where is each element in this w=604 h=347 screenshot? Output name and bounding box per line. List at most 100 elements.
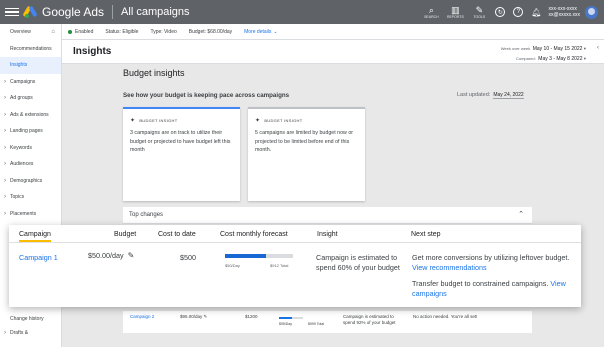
top-changes-label: Top changes: [129, 212, 164, 218]
last-updated-label: Last updated:: [457, 92, 491, 98]
sidebar-item-label: Ads & extensions: [10, 111, 49, 118]
menu-icon[interactable]: [5, 7, 19, 17]
sidebar-item-overview[interactable]: Overview ⌂: [0, 24, 61, 41]
sidebar-item-insights[interactable]: Insights: [0, 57, 61, 74]
tools-label: TOOLS: [473, 15, 486, 19]
bar-right-label: $999 Total: [308, 322, 325, 326]
sidebar-item-drafts[interactable]: Drafts &: [0, 325, 62, 342]
search-button[interactable]: ⌕ SEARCH: [420, 5, 442, 19]
column-header-budget[interactable]: Budget: [114, 231, 136, 238]
sidebar-item-label: Change history: [10, 316, 44, 323]
budget-forecast-fill: [225, 254, 266, 258]
reports-icon: ▥: [451, 5, 460, 15]
sidebar-item-demographics[interactable]: Demographics: [0, 173, 61, 190]
view-recommendations-link[interactable]: View recommendations: [412, 263, 487, 272]
next-step-text: Transfer budget to constrained campaigns…: [412, 279, 549, 288]
card-tag: ✦ BUDGET INSIGHT: [255, 117, 302, 124]
google-ads-logo[interactable]: Google Ads: [22, 5, 105, 19]
budget-value: $95.00/day: [180, 314, 203, 319]
search-label: SEARCH: [424, 15, 439, 19]
sidebar-item-label: Audiences: [10, 161, 34, 168]
sidebar-item-audiences[interactable]: Audiences: [0, 156, 61, 173]
sidebar-item-label: Landing pages: [10, 128, 43, 135]
enabled-status: Enabled: [75, 28, 94, 35]
sidebar-item-ad-groups[interactable]: Ad groups: [0, 90, 61, 107]
bar-left-label: $95/Day: [279, 322, 293, 326]
table-header: Campaign Budget Cost to date Cost monthl…: [9, 225, 581, 243]
insight-cell: Campaign is estimated to spend 60% of yo…: [316, 253, 400, 272]
sidebar-item-campaigns[interactable]: Campaigns: [0, 74, 61, 91]
column-header-insight[interactable]: Insight: [317, 231, 338, 238]
column-header-campaign[interactable]: Campaign: [19, 231, 51, 242]
campaign-link[interactable]: Campaign 1: [19, 253, 58, 263]
sidebar-item-label: Topics: [10, 194, 25, 201]
campaign-budget: Budget: $68.00/day: [188, 28, 233, 35]
page-header: Insights Week over week May 10 - May 15 …: [62, 40, 604, 64]
sidebar-item-label: Overview: [10, 29, 31, 36]
last-updated-value[interactable]: May 24, 2022: [493, 92, 524, 99]
bar-right-label: $912 Total: [270, 263, 289, 268]
sidebar-item-label: Insights: [10, 62, 28, 69]
section-subtitle: See how your budget is keeping pace acro…: [123, 92, 290, 99]
sidebar-item-ads-extensions[interactable]: Ads & extensions: [0, 107, 61, 124]
budget-cell: $50.00/day ✎: [88, 251, 134, 261]
page-title: Insights: [73, 46, 112, 57]
top-app-bar: Google Ads All campaigns ⌕ SEARCH ▥ REPO…: [0, 0, 604, 24]
account-email: xx@xxxxx.xxx: [548, 12, 580, 18]
edit-icon[interactable]: ✎: [128, 251, 135, 261]
budget-insight-card[interactable]: ✦ BUDGET INSIGHT 3 campaigns are on track…: [123, 107, 240, 201]
chevron-left-icon[interactable]: ‹: [597, 45, 599, 51]
refresh-icon[interactable]: ↻: [495, 7, 506, 17]
campaign-insight-table: Campaign Budget Cost to date Cost monthl…: [9, 225, 581, 307]
reports-button[interactable]: ▥ REPORTS: [444, 5, 466, 19]
sparkle-icon: ✦: [130, 118, 136, 124]
compared-label: Compared:: [515, 56, 536, 61]
notifications-icon[interactable]: 🔔︎: [531, 8, 541, 17]
sidebar-item-label: Demographics: [10, 177, 43, 184]
sidebar-item-placements[interactable]: Placements: [0, 206, 61, 223]
column-header-cost-to-date[interactable]: Cost to date: [158, 231, 196, 238]
sidebar-item-label: Drafts &: [10, 330, 29, 337]
top-changes-header[interactable]: Top changes ⌃: [123, 207, 532, 224]
campaign-type: Type: Video: [150, 28, 177, 35]
campaign-link[interactable]: Campaign 2: [130, 314, 154, 319]
more-details-link[interactable]: More details: [244, 29, 271, 35]
budget-progress-bar: [279, 317, 303, 319]
account-info[interactable]: xxx-xxx-xxxx xx@xxxxx.xxx: [549, 6, 580, 18]
column-header-next-step[interactable]: Next step: [411, 231, 441, 238]
edit-icon[interactable]: ✎: [204, 314, 208, 319]
sidebar-item-landing-pages[interactable]: Landing pages: [0, 123, 61, 140]
next-step-text: Get more conversions by utilizing leftov…: [412, 253, 570, 262]
card-tag: ✦ BUDGET INSIGHT: [130, 117, 177, 124]
reports-label: REPORTS: [446, 15, 464, 19]
cost-to-date-cell: $500: [180, 253, 196, 262]
enabled-status-dot: [68, 29, 72, 34]
sidebar-item-label: Recommendations: [10, 45, 52, 52]
avatar[interactable]: [585, 5, 598, 19]
tools-icon: ✎: [475, 5, 484, 15]
table-row: Campaign 2 $95.00/day ✎ $1200 $95/Day $9…: [123, 311, 532, 333]
card-text: 5 campaigns are limited by budget now or…: [255, 130, 354, 153]
sidebar-item-keywords[interactable]: Keywords: [0, 140, 61, 157]
tools-button[interactable]: ✎ TOOLS: [468, 5, 490, 19]
sidebar-item-recommendations[interactable]: Recommendations: [0, 41, 61, 58]
logo-text: Google Ads: [42, 5, 105, 19]
next-step-cell: No action needed. You're all set!: [413, 314, 478, 319]
chevron-up-icon[interactable]: ⌃: [518, 210, 524, 218]
next-step-cell: Transfer budget to constrained campaigns…: [412, 279, 577, 299]
sidebar-item-label: Ad groups: [10, 95, 33, 102]
campaign-selector-title[interactable]: All campaigns: [121, 6, 189, 18]
insight-cell: Campaign is estimated to spend 92% of yo…: [343, 314, 396, 325]
sidebar-item-topics[interactable]: Topics: [0, 189, 61, 206]
chevron-down-icon[interactable]: ⌄: [273, 29, 277, 35]
column-header-cost-forecast[interactable]: Cost monthly forecast: [220, 231, 288, 238]
help-icon[interactable]: ?: [513, 7, 524, 17]
budget-insight-card[interactable]: ✦ BUDGET INSIGHT 5 campaigns are limited …: [248, 107, 365, 201]
comparison-mode-label: Week over week: [500, 46, 531, 51]
eligibility-status: Status: Eligible: [105, 28, 139, 35]
home-icon: ⌂: [51, 29, 55, 36]
google-ads-logo-icon: [22, 5, 38, 18]
budget-value: $50.00/day: [88, 251, 124, 260]
sidebar-item-label: Keywords: [10, 144, 32, 151]
date-range-picker[interactable]: Week over week May 10 - May 15 2022 ▾ Co…: [501, 44, 586, 64]
